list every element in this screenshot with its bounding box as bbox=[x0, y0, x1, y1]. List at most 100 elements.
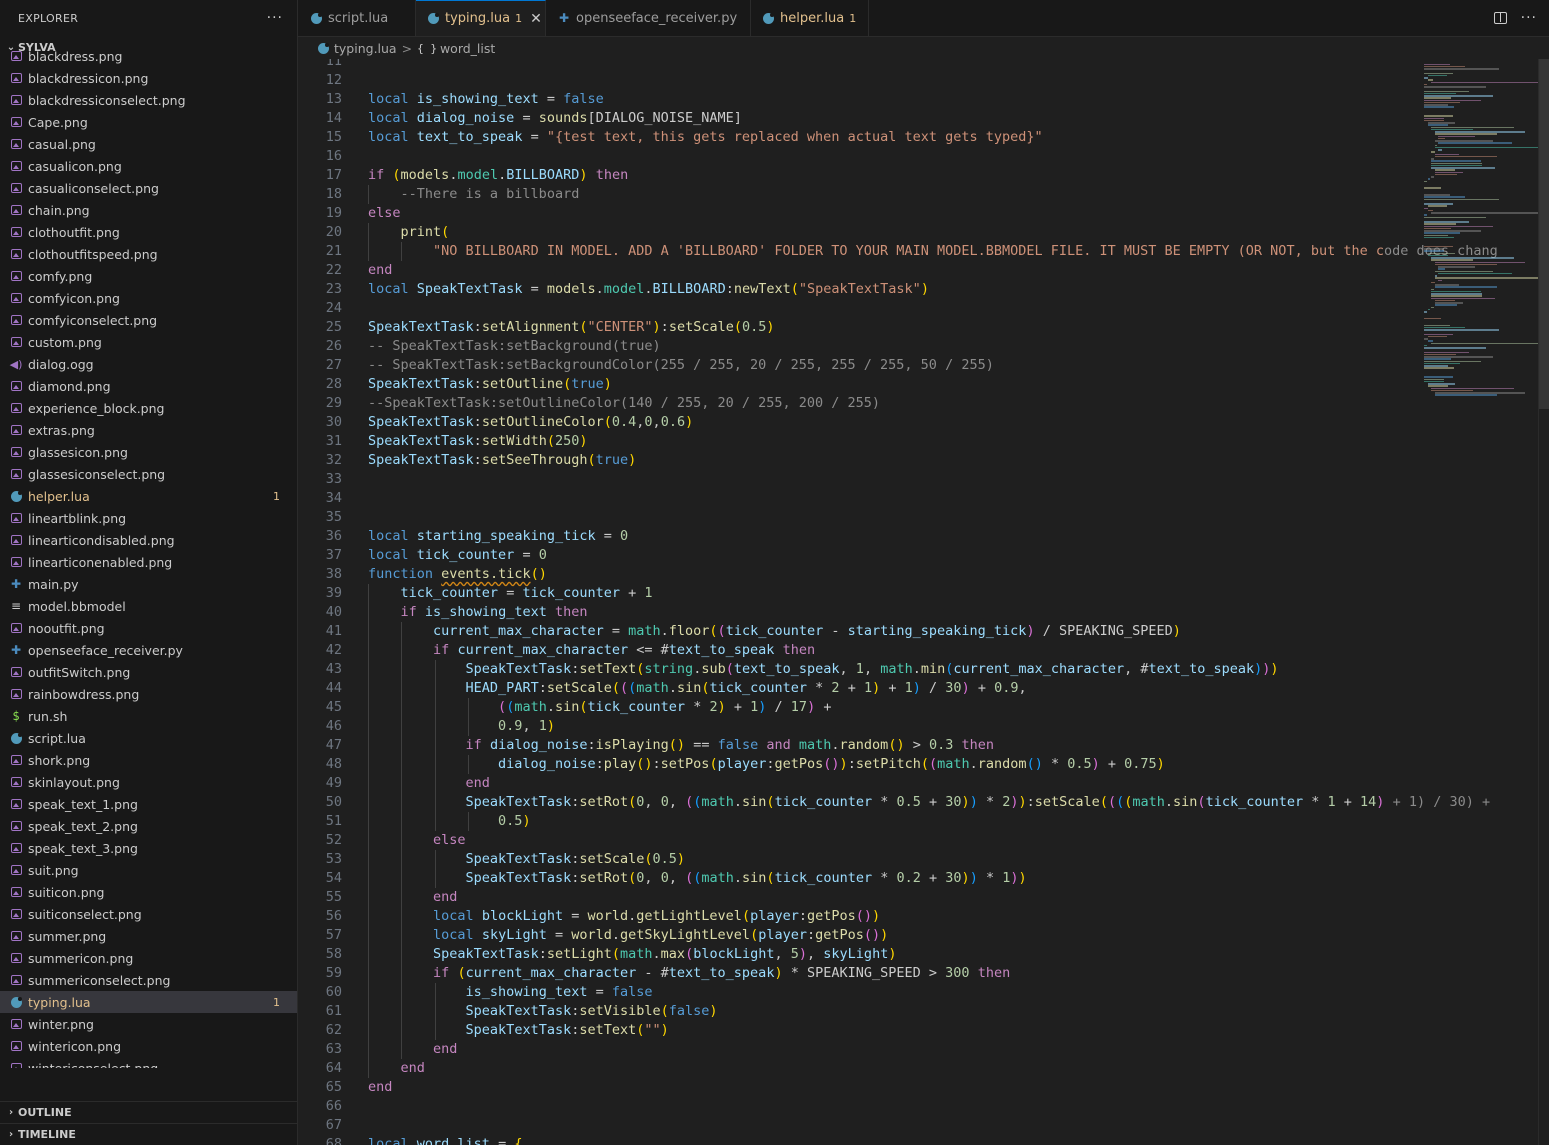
file-item[interactable]: rainbowdress.png bbox=[0, 683, 297, 705]
file-item[interactable]: helper.lua 1 bbox=[0, 485, 297, 507]
file-item[interactable]: ✚ openseeface_receiver.py bbox=[0, 639, 297, 661]
tab-openseeface-receiver-py[interactable]: ✚ openseeface_receiver.py bbox=[546, 0, 751, 36]
file-item[interactable]: blackdress.png bbox=[0, 45, 297, 67]
code-text: end bbox=[465, 775, 490, 791]
close-icon[interactable]: ✕ bbox=[530, 11, 542, 27]
file-name: casualicon.png bbox=[28, 158, 122, 174]
vertical-scrollbar[interactable] bbox=[1538, 59, 1549, 1145]
file-item[interactable]: casualiconselect.png bbox=[0, 177, 297, 199]
file-item[interactable]: diamond.png bbox=[0, 375, 297, 397]
file-item[interactable]: suit.png bbox=[0, 859, 297, 881]
code-line: 40 if is_showing_text then bbox=[298, 603, 1537, 622]
file-item[interactable]: ≡ model.bbmodel bbox=[0, 595, 297, 617]
code-text: SpeakTextTask:setText("") bbox=[465, 1022, 669, 1038]
more-actions-icon[interactable]: ··· bbox=[1521, 10, 1537, 26]
line-number: 55 bbox=[325, 889, 342, 905]
explorer-more-icon[interactable]: ··· bbox=[267, 10, 283, 26]
file-item[interactable]: winter.png bbox=[0, 1013, 297, 1035]
file-item[interactable]: comfyiconselect.png bbox=[0, 309, 297, 331]
file-item[interactable]: $ run.sh bbox=[0, 705, 297, 727]
file-item[interactable]: speak_text_3.png bbox=[0, 837, 297, 859]
code-line: 58 SpeakTextTask:setLight(math.max(block… bbox=[298, 945, 1537, 964]
file-item[interactable]: suiticon.png bbox=[0, 881, 297, 903]
file-item[interactable]: linearticondisabled.png bbox=[0, 529, 297, 551]
image-icon bbox=[9, 313, 23, 327]
split-editor-icon[interactable] bbox=[1493, 12, 1507, 24]
file-item[interactable]: custom.png bbox=[0, 331, 297, 353]
timeline-section-header[interactable]: › TIMELINE bbox=[0, 1123, 297, 1145]
code-text: --There is a billboard bbox=[400, 186, 580, 202]
tab-typing-lua[interactable]: typing.lua 1 ✕ bbox=[416, 0, 546, 36]
image-icon bbox=[9, 929, 23, 943]
file-item[interactable]: outfitSwitch.png bbox=[0, 661, 297, 683]
file-item[interactable]: clothoutfitspeed.png bbox=[0, 243, 297, 265]
code-text: tick_counter = tick_counter + 1 bbox=[400, 585, 653, 601]
line-number: 25 bbox=[325, 319, 342, 335]
code-line: 49 end bbox=[298, 774, 1537, 793]
file-item[interactable]: blackdressicon.png bbox=[0, 67, 297, 89]
file-item[interactable]: nooutfit.png bbox=[0, 617, 297, 639]
code-text: else bbox=[433, 832, 466, 848]
code-line: 68 local word_list = { bbox=[298, 1135, 1537, 1145]
file-item[interactable]: experience_block.png bbox=[0, 397, 297, 419]
file-item[interactable]: lineartblink.png bbox=[0, 507, 297, 529]
file-item[interactable]: wintericon.png bbox=[0, 1035, 297, 1057]
file-item[interactable]: summer.png bbox=[0, 925, 297, 947]
file-item[interactable]: chain.png bbox=[0, 199, 297, 221]
line-number: 52 bbox=[325, 832, 342, 848]
file-item[interactable]: ◀) dialog.ogg bbox=[0, 353, 297, 375]
file-item[interactable]: blackdressiconselect.png bbox=[0, 89, 297, 111]
file-name: blackdressiconselect.png bbox=[28, 92, 186, 108]
image-icon bbox=[9, 621, 23, 635]
file-item[interactable]: script.lua bbox=[0, 727, 297, 749]
breadcrumb-file[interactable]: typing.lua bbox=[334, 41, 397, 56]
file-item[interactable]: summericon.png bbox=[0, 947, 297, 969]
tab-problem-badge: 1 bbox=[515, 12, 523, 25]
line-number: 44 bbox=[325, 680, 342, 696]
code-text: is_showing_text = false bbox=[465, 984, 653, 1000]
editor-tab-bar: script.lua typing.lua 1 ✕ ✚ openseeface_recei… bbox=[298, 0, 1549, 37]
line-number: 26 bbox=[325, 338, 342, 354]
file-item[interactable]: suiticonselect.png bbox=[0, 903, 297, 925]
file-item[interactable]: comfy.png bbox=[0, 265, 297, 287]
file-item[interactable]: shork.png bbox=[0, 749, 297, 771]
code-line: 42 if current_max_character <= #text_to_… bbox=[298, 641, 1537, 660]
file-item[interactable]: summericonselect.png bbox=[0, 969, 297, 991]
file-item[interactable]: clothoutfit.png bbox=[0, 221, 297, 243]
file-item[interactable]: Cape.png bbox=[0, 111, 297, 133]
file-item[interactable]: ✚ main.py bbox=[0, 573, 297, 595]
code-text: SpeakTextTask:setText(string.sub(text_to… bbox=[465, 661, 1279, 677]
minimap-line bbox=[1427, 308, 1431, 311]
file-item[interactable]: skinlayout.png bbox=[0, 771, 297, 793]
tab-label: typing.lua bbox=[445, 11, 511, 26]
file-item[interactable]: wintericonselect.png bbox=[0, 1057, 297, 1068]
minimap-line bbox=[1424, 187, 1442, 189]
file-name: glassesicon.png bbox=[28, 444, 128, 460]
scrollbar-thumb[interactable] bbox=[1539, 59, 1549, 409]
file-item[interactable]: typing.lua 1 bbox=[0, 991, 297, 1013]
file-item[interactable]: comfyicon.png bbox=[0, 287, 297, 309]
file-name: blackdress.png bbox=[28, 48, 123, 64]
file-item[interactable]: casualicon.png bbox=[0, 155, 297, 177]
file-name: suiticonselect.png bbox=[28, 906, 142, 922]
minimap-line bbox=[1434, 155, 1497, 158]
code-text: if current_max_character <= #text_to_spe… bbox=[433, 642, 816, 658]
tab-helper-lua[interactable]: helper.lua 1 bbox=[751, 0, 869, 36]
file-name: extras.png bbox=[28, 422, 95, 438]
file-item[interactable]: extras.png bbox=[0, 419, 297, 441]
file-item[interactable]: glassesicon.png bbox=[0, 441, 297, 463]
file-item[interactable]: glassesiconselect.png bbox=[0, 463, 297, 485]
file-item[interactable]: casual.png bbox=[0, 133, 297, 155]
file-name: model.bbmodel bbox=[28, 598, 126, 614]
code-line: 23 local SpeakTextTask = models.model.BIL… bbox=[298, 280, 1537, 299]
outline-section-header[interactable]: › OUTLINE bbox=[0, 1101, 297, 1123]
line-number: 22 bbox=[325, 262, 342, 278]
file-item[interactable]: speak_text_1.png bbox=[0, 793, 297, 815]
tab-script-lua[interactable]: script.lua bbox=[298, 0, 416, 36]
file-item[interactable]: speak_text_2.png bbox=[0, 815, 297, 837]
minimap[interactable] bbox=[1424, 59, 1547, 399]
breadcrumb-symbol[interactable]: word_list bbox=[440, 41, 495, 56]
code-editor[interactable]: 11 12 13 local is_showing_text = false 14 loc… bbox=[298, 59, 1537, 1145]
file-item[interactable]: linearticonenabled.png bbox=[0, 551, 297, 573]
file-name: rainbowdress.png bbox=[28, 686, 140, 702]
